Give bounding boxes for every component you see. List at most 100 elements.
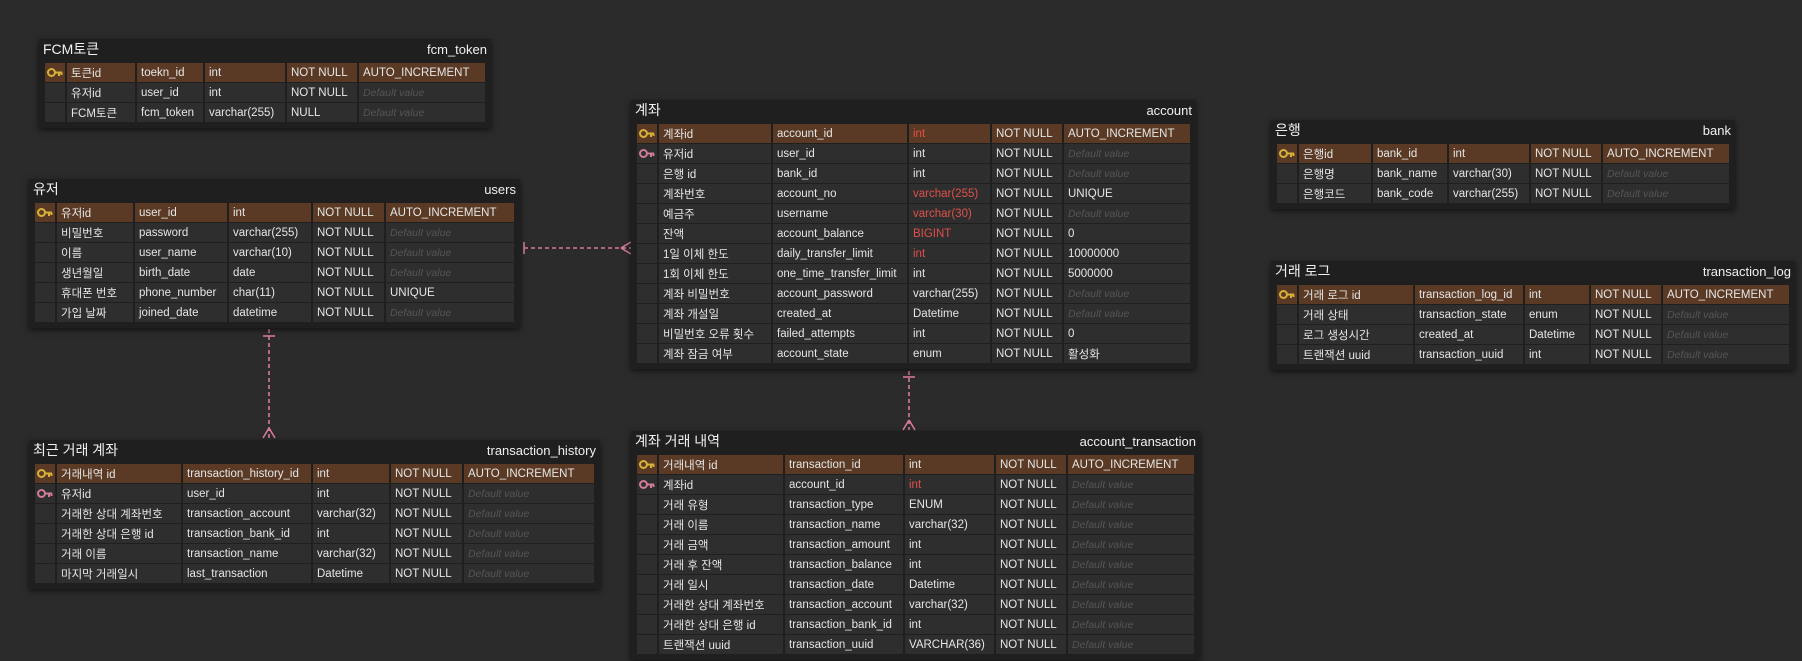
table-row[interactable]: 거래 상태 transaction_state enum NOT NULL Defaul…: [1277, 305, 1789, 324]
column-type: int: [909, 324, 992, 343]
table-row[interactable]: 토큰id toekn_id int NOT NULL AUTO_INCREMENT: [45, 63, 485, 82]
table-row[interactable]: 은행 id bank_id int NOT NULL Default value: [637, 164, 1190, 183]
table-row[interactable]: 유저id user_id int NOT NULL AUTO_INCREMENT: [35, 203, 514, 222]
table-row[interactable]: 이름 user_name varchar(10) NOT NULL Default va…: [35, 243, 514, 262]
column-type: varchar(255): [909, 284, 992, 303]
table-row[interactable]: 거래한 상대 은행 id transaction_bank_id int NOT NU…: [35, 524, 594, 543]
table-row[interactable]: 유저id user_id int NOT NULL Default value: [35, 484, 594, 503]
table-row[interactable]: 거래한 상대 계좌번호 transaction_account varchar(32…: [35, 504, 594, 523]
table-header[interactable]: FCM토큰 fcm_token: [39, 39, 491, 59]
table-row[interactable]: 비밀번호 오류 횟수 failed_attempts int NOT NULL 0: [637, 324, 1190, 343]
key-cell: [637, 515, 659, 534]
table-row[interactable]: 트랜잭션 uuid transaction_uuid VARCHAR(36) NOT …: [637, 635, 1194, 654]
table-row[interactable]: 거래 유형 transaction_type ENUM NOT NULL Default…: [637, 495, 1194, 514]
table-row[interactable]: 거래한 상대 은행 id transaction_bank_id int NOT NU…: [637, 615, 1194, 634]
table-header[interactable]: 계좌 account: [631, 100, 1196, 120]
column-default: UNIQUE: [1068, 187, 1113, 200]
column-name: username: [773, 204, 909, 223]
column-type: Datetime: [909, 304, 992, 323]
table-row[interactable]: 가입 날짜 joined_date datetime NOT NULL Default …: [35, 303, 514, 322]
column-type: varchar(255): [205, 103, 287, 122]
column-type: varchar(32): [313, 504, 391, 523]
table-header[interactable]: 은행 bank: [1271, 120, 1735, 140]
table-row[interactable]: 거래 일시 transaction_date Datetime NOT NULL Def…: [637, 575, 1194, 594]
foreign-key-icon: [637, 475, 659, 494]
column-label: 예금주: [659, 204, 773, 223]
table-transaction-history[interactable]: 최근 거래 계좌 transaction_history 거래내역 id transa…: [29, 440, 600, 589]
table-row[interactable]: 잔액 account_balance BIGINT NOT NULL 0: [637, 224, 1190, 243]
column-name: last_transaction: [183, 564, 313, 583]
table-row[interactable]: 거래 이름 transaction_name varchar(32) NOT NULL…: [35, 544, 594, 563]
table-bank[interactable]: 은행 bank 은행id bank_id int NOT NULL AUTO_INCREME…: [1271, 120, 1735, 209]
column-null: NOT NULL: [313, 203, 386, 222]
column-default: AUTO_INCREMENT: [1068, 127, 1175, 140]
table-row[interactable]: 거래내역 id transaction_history_id int NOT NULL…: [35, 464, 594, 483]
table-row[interactable]: 생년월일 birth_date date NOT NULL Default value: [35, 263, 514, 282]
column-name: created_at: [1415, 325, 1525, 344]
table-row[interactable]: FCM토큰 fcm_token varchar(255) NULL Default va…: [45, 103, 485, 122]
column-null: NOT NULL: [996, 595, 1068, 614]
table-fcm-token[interactable]: FCM토큰 fcm_token 토큰id toekn_id int NOT NULL AUT…: [39, 39, 491, 128]
column-label: 생년월일: [57, 263, 135, 282]
table-header[interactable]: 최근 거래 계좌 transaction_history: [29, 440, 600, 460]
table-row[interactable]: 비밀번호 password varchar(255) NOT NULL Default …: [35, 223, 514, 242]
column-null: NOT NULL: [391, 524, 464, 543]
table-row[interactable]: 계좌 비밀번호 account_password varchar(255) NOT N…: [637, 284, 1190, 303]
table-row[interactable]: 마지막 거래일시 last_transaction Datetime NOT NULL…: [35, 564, 594, 583]
column-type: int: [905, 555, 996, 574]
table-row[interactable]: 예금주 username varchar(30) NOT NULL Default va…: [637, 204, 1190, 223]
column-label: 유저id: [659, 144, 773, 163]
table-header[interactable]: 계좌 거래 내역 account_transaction: [631, 431, 1200, 451]
column-label: 거래한 상대 은행 id: [659, 615, 785, 634]
table-row[interactable]: 계좌번호 account_no varchar(255) NOT NULL UNIQUE: [637, 184, 1190, 203]
column-name: transaction_amount: [785, 535, 905, 554]
table-row[interactable]: 거래 로그 id transaction_log_id int NOT NULL AUT…: [1277, 285, 1789, 304]
table-row[interactable]: 계좌id account_id int NOT NULL Default value: [637, 475, 1194, 494]
column-label: 거래내역 id: [57, 464, 183, 483]
column-label: 트랜잭션 uuid: [659, 635, 785, 654]
column-label: 거래 금액: [659, 535, 785, 554]
key-cell: [35, 263, 57, 282]
column-name: transaction_uuid: [1415, 345, 1525, 364]
table-row[interactable]: 트랜잭션 uuid transaction_uuid int NOT NULL Defa…: [1277, 345, 1789, 364]
column-null: NOT NULL: [391, 484, 464, 503]
column-name: transaction_id: [785, 455, 905, 474]
table-header[interactable]: 유저 users: [29, 179, 520, 199]
table-row[interactable]: 계좌 개설일 created_at Datetime NOT NULL Default …: [637, 304, 1190, 323]
table-row[interactable]: 거래 후 잔액 transaction_balance int NOT NULL Def…: [637, 555, 1194, 574]
table-row[interactable]: 1일 이체 한도 daily_transfer_limit int NOT NULL 1…: [637, 244, 1190, 263]
table-row[interactable]: 유저id user_id int NOT NULL Default value: [45, 83, 485, 102]
table-row[interactable]: 거래 이름 transaction_name varchar(32) NOT NULL…: [637, 515, 1194, 534]
column-default: 5000000: [1068, 267, 1113, 280]
table-row[interactable]: 은행명 bank_name varchar(30) NOT NULL Default v…: [1277, 164, 1729, 183]
table-account-transaction[interactable]: 계좌 거래 내역 account_transaction 거래내역 id transa…: [631, 431, 1200, 660]
table-row[interactable]: 거래내역 id transaction_id int NOT NULL AUTO_INC…: [637, 455, 1194, 474]
column-type: int: [909, 264, 992, 283]
key-cell: [35, 504, 57, 523]
table-row[interactable]: 은행코드 bank_code varchar(255) NOT NULL Default…: [1277, 184, 1729, 203]
column-type: int: [905, 535, 996, 554]
foreign-key-icon: [35, 484, 57, 503]
column-type: int: [205, 83, 287, 102]
column-null: NOT NULL: [313, 303, 386, 322]
table-users[interactable]: 유저 users 유저id user_id int NOT NULL AUTO_INCREM…: [29, 179, 520, 328]
column-type: varchar(255): [229, 223, 313, 242]
key-cell: [637, 595, 659, 614]
table-header[interactable]: 거래 로그 transaction_log: [1271, 261, 1795, 281]
table-row[interactable]: 로그 생성시간 created_at Datetime NOT NULL Default…: [1277, 325, 1789, 344]
table-row[interactable]: 계좌id account_id int NOT NULL AUTO_INCREMENT: [637, 124, 1190, 143]
table-account[interactable]: 계좌 account 계좌id account_id int NOT NULL AUTO_I…: [631, 100, 1196, 369]
key-cell: [35, 303, 57, 322]
table-row[interactable]: 1회 이체 한도 one_time_transfer_limit int NOT NU…: [637, 264, 1190, 283]
column-null: NOT NULL: [992, 204, 1064, 223]
column-type: int: [905, 615, 996, 634]
table-row[interactable]: 거래한 상대 계좌번호 transaction_account varchar(32…: [637, 595, 1194, 614]
table-row[interactable]: 유저id user_id int NOT NULL Default value: [637, 144, 1190, 163]
table-transaction-log[interactable]: 거래 로그 transaction_log 거래 로그 id transaction_…: [1271, 261, 1795, 370]
table-row[interactable]: 계좌 잠금 여부 account_state enum NOT NULL 활성화: [637, 344, 1190, 363]
column-type: varchar(255): [1449, 184, 1531, 203]
table-row[interactable]: 휴대폰 번호 phone_number char(11) NOT NULL UNIQUE: [35, 283, 514, 302]
table-row[interactable]: 거래 금액 transaction_amount int NOT NULL Defaul…: [637, 535, 1194, 554]
table-row[interactable]: 은행id bank_id int NOT NULL AUTO_INCREMENT: [1277, 144, 1729, 163]
column-type: int: [1449, 144, 1531, 163]
